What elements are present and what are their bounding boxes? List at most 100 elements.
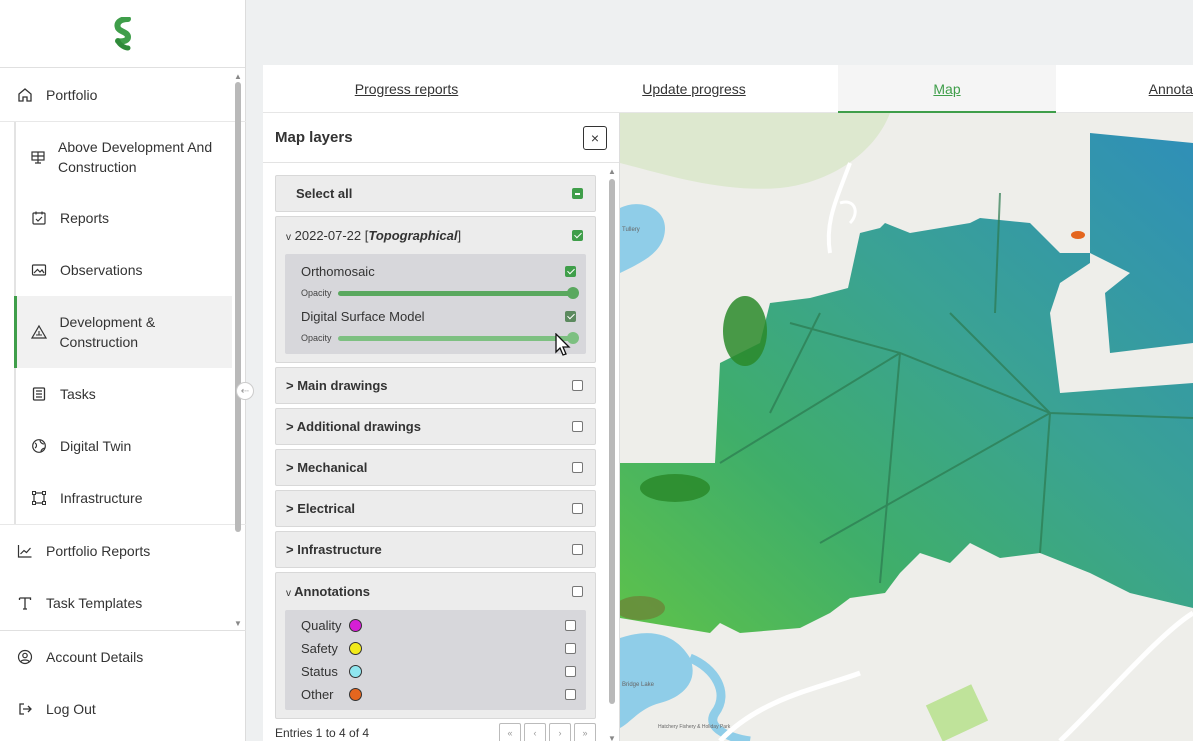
nav-task-templates-label: Task Templates [46, 595, 143, 611]
sidebar-collapse-button[interactable]: ⇠ [236, 382, 254, 400]
scroll-down-arrow-icon[interactable]: ▼ [608, 734, 616, 741]
nav-task-templates[interactable]: Task Templates [0, 577, 246, 629]
layer-group-electrical-label: > Electrical [286, 501, 355, 516]
layer-group-infrastructure-label: > Infrastructure [286, 542, 382, 557]
dsm-label: Digital Surface Model [301, 309, 425, 324]
main-drawings-checkbox[interactable] [572, 380, 583, 391]
orthomosaic-label: Orthomosaic [301, 264, 375, 279]
mechanical-checkbox[interactable] [572, 462, 583, 473]
nav-observations[interactable]: Observations [16, 244, 232, 296]
layer-group-mechanical[interactable]: > Mechanical [275, 449, 596, 486]
scroll-up-arrow-icon[interactable]: ▲ [234, 72, 242, 81]
nav-log-out[interactable]: Log Out [0, 683, 246, 735]
nav-tasks-label: Tasks [60, 386, 96, 402]
map-label-hatchery: Hatchery Fishery & Holiday Park [658, 724, 731, 730]
chevron-right-icon: > [286, 542, 294, 557]
nav-list: Portfolio Above Development And Construc… [0, 68, 246, 630]
image-icon [30, 261, 48, 279]
annotations-checkbox[interactable] [572, 586, 583, 597]
map-view[interactable]: Tullery Bridge Lake Hatchery Fishery & H… [620, 113, 1193, 741]
first-page-button[interactable]: « [499, 723, 521, 741]
scroll-up-arrow-icon[interactable]: ▲ [608, 167, 616, 176]
annotations-header[interactable]: v Annotations [276, 573, 595, 610]
layer-group-electrical[interactable]: > Electrical [275, 490, 596, 527]
annotation-safety-row: Safety [285, 637, 586, 660]
chevron-down-icon: v [286, 588, 291, 599]
sidebar-scrollbar[interactable]: ▲ ▼ [234, 72, 242, 628]
orthomosaic-checkbox[interactable] [565, 266, 576, 277]
tasks-book-icon [30, 385, 48, 403]
annotations-text: Annotations [294, 584, 370, 599]
nav-digital-twin[interactable]: Digital Twin [16, 420, 232, 472]
survey-layer-header[interactable]: v 2022-07-22 [Topographical] [276, 217, 595, 254]
nav-development-construction[interactable]: Development & Construction [14, 296, 232, 368]
survey-date: 2022-07-22 [294, 228, 362, 243]
scroll-down-arrow-icon[interactable]: ▼ [234, 619, 242, 628]
sidebar-scroll-thumb[interactable] [235, 82, 241, 532]
annotation-types: Quality Safety Status Other [285, 610, 586, 710]
nav-above-development[interactable]: Above Development And Construction [16, 122, 232, 192]
survey-layer-checkbox[interactable] [572, 230, 583, 241]
logout-icon [16, 700, 34, 718]
annotation-status-label: Status [301, 664, 338, 679]
nav-infrastructure[interactable]: Infrastructure [16, 472, 232, 524]
portfolio-tools: Portfolio Reports Task Templates [0, 524, 246, 629]
annotation-quality-label: Quality [301, 618, 342, 633]
electrical-checkbox[interactable] [572, 503, 583, 514]
map-layers-panel: Map layers × Select all v 2022-07-22 [To… [263, 113, 620, 741]
tab-progress-reports[interactable]: Progress reports [263, 65, 550, 113]
annotation-quality-row: Quality [285, 614, 586, 637]
nav-development-construction-label: Development & Construction [59, 314, 156, 350]
nav-digital-twin-label: Digital Twin [60, 438, 132, 454]
annotations-group: v Annotations Quality Safety Status Othe… [275, 572, 596, 719]
orthomosaic-opacity-label: Opacity [301, 288, 332, 298]
safety-checkbox[interactable] [565, 643, 576, 654]
layer-group-infrastructure[interactable]: > Infrastructure [275, 531, 596, 568]
next-page-button[interactable]: › [549, 723, 571, 741]
calendar-check-icon [30, 209, 48, 227]
layers-scroll-thumb[interactable] [609, 179, 615, 704]
annotation-status-row: Status [285, 660, 586, 683]
dsm-opacity-slider[interactable] [337, 332, 579, 344]
entries-count: Entries 1 to 4 of 4 [275, 726, 370, 740]
select-all-row[interactable]: Select all [275, 175, 596, 212]
close-icon[interactable]: × [583, 125, 607, 150]
dsm-checkbox[interactable] [565, 311, 576, 322]
nav-observations-label: Observations [60, 262, 143, 278]
nav-infrastructure-label: Infrastructure [60, 490, 143, 506]
nav-portfolio[interactable]: Portfolio [0, 68, 246, 122]
layer-group-additional-drawings-label: > Additional drawings [286, 419, 421, 434]
additional-drawings-checkbox[interactable] [572, 421, 583, 432]
nav-portfolio-reports[interactable]: Portfolio Reports [0, 525, 246, 577]
select-all-checkbox[interactable] [572, 188, 583, 199]
quality-checkbox[interactable] [565, 620, 576, 631]
layer-group-main-drawings[interactable]: > Main drawings [275, 367, 596, 404]
nav-account-details[interactable]: Account Details [0, 631, 246, 683]
nav-reports[interactable]: Reports [16, 192, 232, 244]
select-all-label: Select all [296, 186, 353, 201]
tab-annotations[interactable]: Annota [1056, 65, 1193, 113]
layer-group-additional-drawings-text: Additional drawings [296, 419, 421, 434]
slider-handle[interactable] [567, 287, 579, 299]
last-page-button[interactable]: » [574, 723, 596, 741]
map-canvas[interactable]: Tullery Bridge Lake Hatchery Fishery & H… [620, 113, 1193, 741]
dsm-row: Digital Surface Model [285, 305, 586, 328]
annotation-marker[interactable] [1071, 231, 1085, 239]
prev-page-button[interactable]: ‹ [524, 723, 546, 741]
logo[interactable] [0, 0, 245, 68]
annotation-other-label: Other [301, 687, 334, 702]
orthomosaic-opacity-slider[interactable] [337, 287, 579, 299]
safety-color-dot [349, 642, 362, 655]
other-checkbox[interactable] [565, 689, 576, 700]
infrastructure-checkbox[interactable] [572, 544, 583, 555]
layer-group-mechanical-label: > Mechanical [286, 460, 367, 475]
pagination-bar: Entries 1 to 4 of 4 « ‹ › » [275, 723, 596, 741]
tab-update-progress[interactable]: Update progress [550, 65, 838, 113]
layers-scrollbar[interactable]: ▲ ▼ [608, 167, 616, 741]
status-checkbox[interactable] [565, 666, 576, 677]
layer-group-additional-drawings[interactable]: > Additional drawings [275, 408, 596, 445]
nav-tasks[interactable]: Tasks [16, 368, 232, 420]
survey-sublayers: Orthomosaic Opacity Digital Surface Mode… [285, 254, 586, 354]
tab-map[interactable]: Map [838, 65, 1056, 114]
home-icon [16, 86, 34, 104]
